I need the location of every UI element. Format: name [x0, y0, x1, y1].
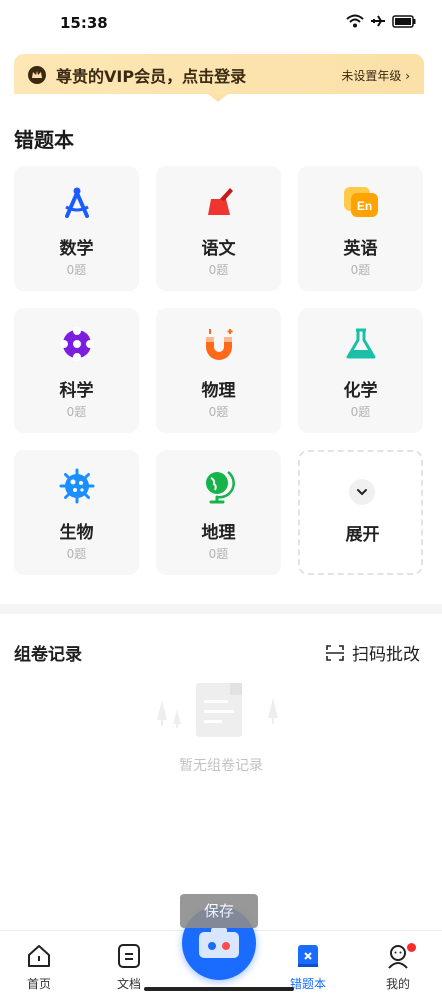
tab-profile[interactable]: 我的 [363, 931, 433, 994]
mistake-book-icon [298, 945, 318, 967]
subject-name: 物理 [201, 381, 236, 401]
subject-card-science[interactable]: 科学 0题 [14, 308, 139, 433]
subject-card-chinese[interactable]: 语文 0题 [156, 166, 281, 291]
records-title: 组卷记录 [14, 645, 82, 665]
compass-icon [59, 184, 95, 220]
home-icon [28, 945, 50, 967]
empty-state-text: 暂无组卷记录 [179, 758, 263, 774]
subject-card-geography[interactable]: 地理 0题 [156, 450, 281, 575]
subject-count: 0题 [350, 263, 371, 277]
subject-name: 生物 [59, 523, 94, 543]
subject-count: 0题 [66, 405, 87, 419]
brush-icon [201, 184, 237, 220]
cell-icon [59, 468, 95, 504]
flask-icon [343, 326, 379, 362]
save-toast: 保存 [180, 894, 258, 928]
vip-login-banner[interactable]: 尊贵的VIP会员，点击登录 未设置年级 › [14, 54, 424, 96]
subject-count: 0题 [208, 547, 229, 561]
subject-count: 0题 [350, 405, 371, 419]
page-title: 错题本 [14, 128, 74, 152]
section-divider [0, 604, 442, 614]
crown-icon [28, 66, 46, 84]
empty-state-illustration [150, 680, 292, 740]
scan-label: 扫码批改 [352, 645, 420, 665]
globe-icon [201, 468, 237, 504]
subject-count: 0题 [208, 405, 229, 419]
home-indicator [144, 987, 294, 991]
subject-card-chemistry[interactable]: 化学 0题 [298, 308, 423, 433]
scan-grade-button[interactable]: 扫码批改 [326, 640, 420, 665]
subject-count: 0题 [208, 263, 229, 277]
chevron-down-icon [349, 479, 375, 505]
subject-count: 0题 [66, 263, 87, 277]
english-en-icon: En [343, 184, 379, 220]
banner-notch [208, 94, 228, 102]
subject-card-english[interactable]: En 英语 0题 [298, 166, 423, 291]
subject-card-biology[interactable]: 生物 0题 [14, 450, 139, 575]
grade-setting-link[interactable]: 未设置年级 › [341, 67, 410, 84]
tab-home[interactable]: 首页 [4, 931, 74, 994]
document-icon [118, 944, 140, 968]
atom-flower-icon [59, 326, 95, 362]
tab-label: 首页 [26, 977, 51, 991]
status-icons [346, 14, 416, 28]
subject-card-math[interactable]: 数学 0题 [14, 166, 139, 291]
battery-icon [392, 14, 416, 28]
subject-name: 语文 [201, 239, 236, 259]
magnet-icon [201, 326, 237, 362]
expand-subjects-button[interactable]: 展开 [298, 450, 423, 575]
status-time: 15:38 [60, 14, 108, 32]
subject-count: 0题 [66, 547, 87, 561]
tab-documents[interactable]: 文档 [94, 931, 164, 994]
subject-name: 数学 [59, 239, 94, 259]
svg-text:En: En [357, 199, 372, 213]
subject-name: 英语 [343, 239, 378, 259]
camera-icon [199, 928, 239, 958]
tab-mistake-book[interactable]: 错题本 [273, 931, 343, 994]
airplane-icon [371, 15, 385, 27]
scan-icon [326, 644, 344, 661]
subject-card-physics[interactable]: 物理 0题 [156, 308, 281, 433]
vip-login-text: 尊贵的VIP会员，点击登录 [56, 67, 247, 86]
notification-badge [407, 943, 416, 952]
wifi-icon [346, 14, 364, 28]
tab-label: 我的 [385, 977, 410, 991]
expand-label: 展开 [345, 525, 380, 545]
subject-name: 科学 [59, 381, 94, 401]
status-bar: 15:38 [0, 0, 442, 46]
subject-name: 化学 [343, 381, 378, 401]
subject-name: 地理 [201, 523, 236, 543]
